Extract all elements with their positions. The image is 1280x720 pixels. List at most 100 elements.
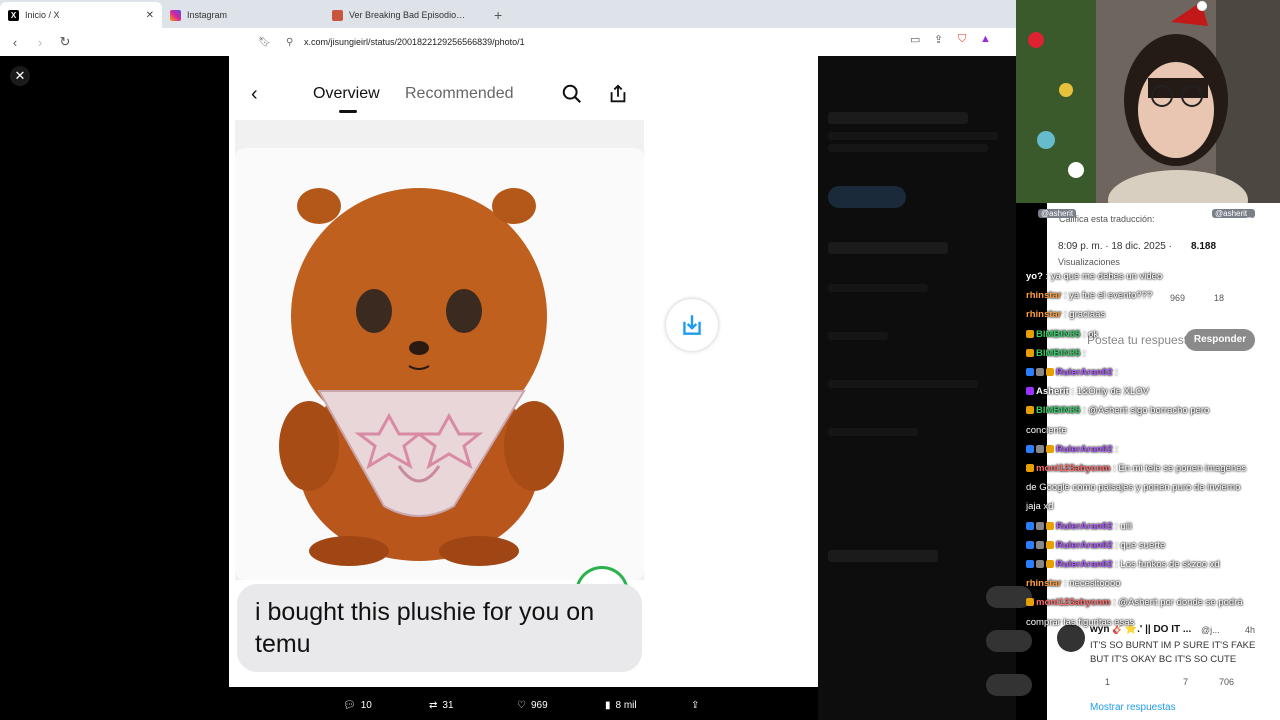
chat-message-text: jaja xd: [1026, 501, 1054, 513]
tab-instagram[interactable]: Instagram: [162, 2, 324, 28]
chat-message-text: graciaas: [1069, 309, 1106, 321]
new-tab-icon[interactable]: +: [494, 7, 502, 28]
chat-username[interactable]: moni123abycnm: [1036, 463, 1110, 474]
webcam-feed: [1016, 0, 1280, 203]
chat-message: rhinstar : necesitoooo: [1026, 577, 1270, 592]
share-action[interactable]: ⇪: [691, 700, 699, 711]
chat-message: de Google como paisajes y ponen puro de …: [1026, 481, 1270, 496]
reply-action[interactable]: 💬︎ 10: [343, 700, 372, 711]
chat-badge-icon: [1036, 540, 1044, 549]
tweet-views-count: 8.188: [1191, 241, 1217, 252]
chat-message: yo? : ya que me debes un video: [1026, 270, 1270, 284]
follow-pill-3: [986, 674, 1032, 696]
views-icon: ▮: [605, 699, 611, 711]
chat-message: moni123abycnm : En mi tele se ponen imag…: [1026, 462, 1270, 476]
overlay-handle-right: @asherit_: [1212, 209, 1255, 218]
heart-icon: ♡: [517, 699, 526, 711]
overlay-handle-left: @asherit: [1038, 209, 1077, 218]
share-page-icon[interactable]: ⇪: [934, 33, 943, 46]
chat-badge-icon: [1046, 444, 1054, 453]
address-bar[interactable]: 🔖︎ ⚲ x.com/jisungieirl/status/2001822129…: [256, 31, 1000, 53]
cast-icon[interactable]: ▭: [910, 33, 920, 46]
video-site-icon: [332, 9, 343, 21]
chat-username[interactable]: RulerAran02: [1056, 540, 1113, 551]
reply-likes-count: 7: [1183, 677, 1189, 687]
webcam-image: [1016, 0, 1280, 203]
tab-breaking-bad[interactable]: Ver Breaking Bad Episodio 8 Tempor: [324, 2, 484, 28]
plushie-image: [279, 188, 564, 566]
chat-username[interactable]: rhinstar: [1026, 309, 1061, 320]
chat-message: conciente: [1026, 423, 1270, 438]
forward-arrow-icon[interactable]: ›: [30, 35, 50, 50]
recommended-tab-label: Recommended: [405, 85, 514, 102]
chat-badge-icon: [1026, 348, 1034, 357]
reload-icon[interactable]: ↻: [55, 34, 75, 50]
chat-username[interactable]: RulerAran02: [1056, 367, 1113, 378]
repost-icon: ⇄: [429, 699, 438, 711]
chat-message-text: necesitoooo: [1069, 578, 1121, 590]
message-bubble: i bought this plushie for you on temu: [237, 584, 642, 672]
chat-username[interactable]: BIMBIN35: [1036, 405, 1080, 416]
chat-badge-icon: [1026, 464, 1034, 472]
close-tab-icon[interactable]: ✕: [146, 10, 154, 21]
overview-tab-label: Overview: [313, 85, 380, 102]
stream-chat: yo? : ya que me debes un video rhinstar :…: [1026, 270, 1270, 630]
chat-badge-icon: [1026, 598, 1034, 607]
media-action-bar: 💬︎ 10 ⇄ 31 ♡ 969 ▮ 8 mil ⇪: [229, 690, 818, 720]
chat-badge-icon: [1026, 521, 1034, 530]
views-count: 8 mil: [615, 699, 637, 711]
tab-title: Instagram: [187, 10, 228, 20]
chat-username[interactable]: RulerAran02: [1056, 559, 1113, 570]
chat-message: rhinstar : graciaas: [1026, 308, 1270, 323]
share-icon: [610, 84, 626, 103]
chat-username[interactable]: rhinstar: [1026, 290, 1061, 301]
browser-tab-strip: X Inicio / X ✕ Instagram Ver Breaking Ba…: [0, 0, 1016, 28]
chat-badge-icon: [1046, 521, 1054, 530]
tweet-views-label: Visualizaciones: [1058, 257, 1120, 267]
close-viewer-icon[interactable]: ✕: [10, 66, 30, 86]
chat-separator: :: [1042, 271, 1051, 282]
chat-message-text: Los funkos de skzoo xd: [1120, 559, 1220, 570]
chat-separator: :: [1068, 386, 1077, 398]
reply-icon: 💬︎: [343, 699, 356, 711]
bookmark-icon[interactable]: 🔖︎: [258, 37, 271, 48]
chat-message: RulerAran02 : que suerte: [1026, 538, 1270, 553]
chat-username[interactable]: Asherit: [1036, 386, 1069, 397]
reply-count: 10: [360, 699, 372, 711]
views-action[interactable]: ▮ 8 mil: [605, 700, 637, 711]
chat-username[interactable]: BIMBIN35: [1036, 329, 1080, 340]
repost-action[interactable]: ⇄ 31: [429, 700, 454, 711]
tweet-timestamp: 8:09 p. m. · 18 dic. 2025 ·: [1058, 241, 1172, 252]
chat-badge-icon: [1026, 368, 1034, 376]
brave-rewards-icon[interactable]: ▲: [980, 33, 991, 45]
chat-username[interactable]: rhinstar: [1026, 578, 1061, 589]
chat-message: RulerAran02 : Los funkos de skzoo xd: [1026, 558, 1270, 572]
chat-message: BIMBIN35 :: [1026, 346, 1270, 361]
chat-username[interactable]: moni123abycnm: [1036, 597, 1110, 608]
chat-username[interactable]: RulerAran02: [1056, 444, 1113, 455]
chat-badge-icon: [1026, 560, 1034, 568]
chat-message: BIMBIN35 : ok: [1026, 327, 1270, 342]
tab-title: Inicio / X: [25, 10, 60, 20]
chat-username[interactable]: yo?: [1026, 271, 1043, 282]
chat-message-text: @Asherit sigo borracho pero: [1088, 405, 1210, 417]
chat-badge-icon: [1036, 560, 1044, 568]
sidebar-block-premium: [828, 112, 1008, 182]
chat-username[interactable]: RulerAran02: [1056, 521, 1113, 532]
like-action[interactable]: ♡ 969: [517, 700, 548, 711]
chat-message: comprar las figuritas esas: [1026, 615, 1270, 630]
chat-username[interactable]: BIMBIN35: [1036, 348, 1080, 359]
chat-badge-icon: [1036, 368, 1044, 376]
show-replies-link[interactable]: Mostrar respuestas: [1090, 702, 1176, 713]
chat-message-text: uiii: [1120, 520, 1133, 532]
brave-shield-icon[interactable]: ⛉: [958, 33, 966, 46]
chat-badge-icon: [1026, 540, 1034, 549]
back-arrow-icon[interactable]: ‹: [5, 35, 25, 50]
tab-underline: [339, 110, 357, 113]
site-settings-icon[interactable]: ⚲: [286, 37, 293, 48]
download-button[interactable]: [666, 299, 718, 351]
chat-badge-icon: [1046, 560, 1054, 568]
reply-text-line-2: BUT IT'S OKAY BC IT'S SO CUTE: [1090, 654, 1237, 665]
search-icon: [562, 84, 582, 104]
tab-x-home[interactable]: X Inicio / X ✕: [0, 2, 162, 28]
